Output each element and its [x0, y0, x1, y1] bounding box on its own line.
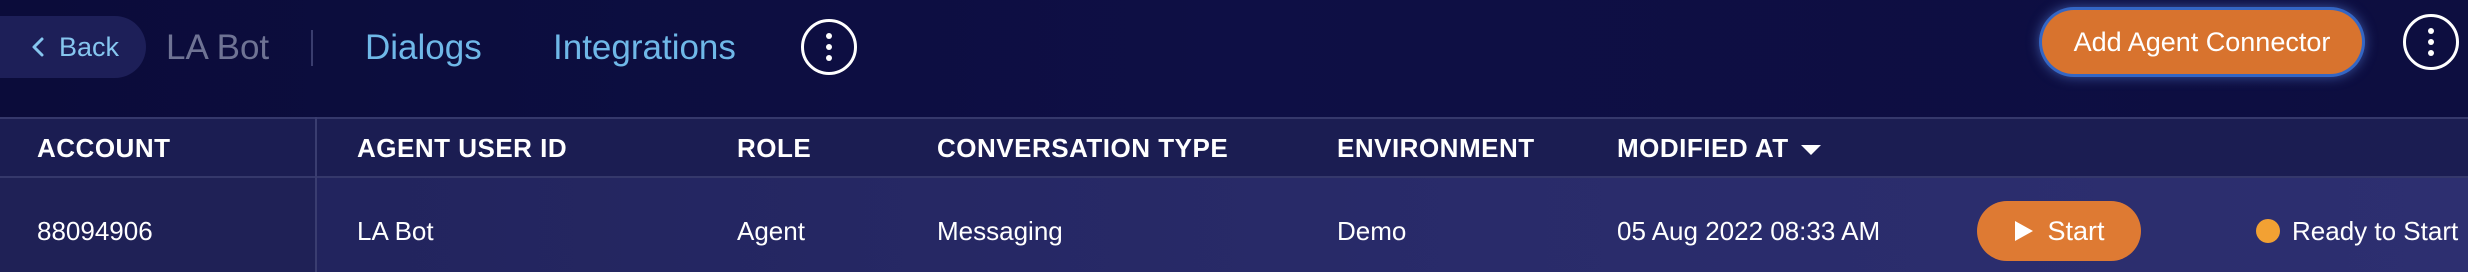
column-header-conversation-type[interactable]: CONVERSATION TYPE: [937, 134, 1228, 162]
cell-modified-at: 05 Aug 2022 08:33 AM: [1617, 216, 1881, 246]
chevron-left-icon: [32, 37, 44, 57]
start-label: Start: [2047, 215, 2105, 246]
page-more-menu-button[interactable]: [2403, 14, 2459, 70]
column-header-modified-at[interactable]: MODIFIED AT: [1617, 134, 1821, 162]
cell-account: 88094906: [37, 216, 153, 246]
cell-conversation-type: Messaging: [937, 216, 1063, 246]
play-icon: [2015, 221, 2034, 241]
column-header-account[interactable]: ACCOUNT: [37, 134, 171, 162]
column-header-agent-user-id[interactable]: AGENT USER ID: [357, 134, 567, 162]
top-bar: Back LA Bot Dialogs Integrations Add Age…: [0, 0, 2468, 117]
add-agent-connector-button[interactable]: Add Agent Connector: [2042, 10, 2362, 74]
divider: [311, 30, 313, 66]
back-label: Back: [58, 31, 120, 62]
more-vertical-icon: [2428, 28, 2434, 56]
more-vertical-icon: [826, 33, 832, 61]
cell-role: Agent: [737, 216, 805, 246]
caret-down-icon: [1800, 145, 1821, 156]
column-divider: [315, 117, 317, 272]
more-menu-button[interactable]: [801, 19, 857, 75]
status-text: Ready to Start: [2292, 216, 2459, 246]
nav-link-dialogs[interactable]: Dialogs: [365, 28, 482, 68]
status-dot-icon: [2256, 219, 2280, 243]
cell-agent-user-id: LA Bot: [357, 216, 434, 246]
start-button[interactable]: Start: [1977, 201, 2141, 261]
cell-environment: Demo: [1337, 216, 1407, 246]
nav-link-integrations[interactable]: Integrations: [553, 28, 736, 68]
bot-name: LA Bot: [166, 28, 270, 67]
back-button[interactable]: Back: [0, 16, 146, 78]
column-header-environment[interactable]: ENVIRONMENT: [1337, 134, 1535, 162]
column-header-role[interactable]: ROLE: [737, 134, 811, 162]
column-header-modified-at-label: MODIFIED AT: [1617, 133, 1789, 163]
